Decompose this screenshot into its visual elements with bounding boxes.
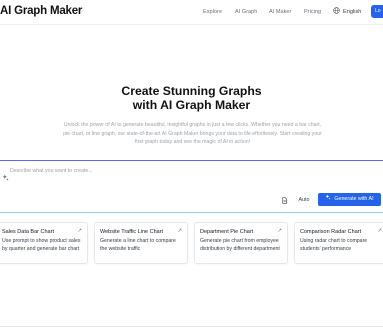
example-card-department[interactable]: Department Pie Chart ↗ Generate pie char… <box>194 222 288 264</box>
login-button[interactable]: Lo <box>371 5 383 18</box>
arrow-up-right-icon: ↗ <box>177 228 182 234</box>
sparkle-icon <box>2 168 9 181</box>
generate-label: Generate with AI <box>334 196 374 202</box>
attach-file-button[interactable] <box>278 194 290 206</box>
card-title: Department Pie Chart <box>200 229 254 235</box>
example-card-radar[interactable]: Comparison Radar Chart ↗ Using radar cha… <box>294 222 383 264</box>
card-description: Generate a line chart to compare the web… <box>100 238 176 252</box>
file-icon <box>281 191 288 209</box>
divider <box>0 326 383 327</box>
hero-title-line2: with AI Graph Maker <box>132 98 251 112</box>
mode-select[interactable]: Auto <box>295 194 313 206</box>
card-description: Using radar chart to compare students' p… <box>300 238 368 252</box>
example-card-sales[interactable]: Sales Data Bar Chart ↗ Use prompt to sho… <box>0 222 88 264</box>
prompt-box: Auto Generate with AI <box>0 160 383 213</box>
arrow-up-right-icon: ↗ <box>377 228 382 234</box>
nav-explore[interactable]: Explore <box>203 9 222 15</box>
example-card-traffic[interactable]: Website Traffic Line Chart ↗ Generate a … <box>94 222 188 264</box>
globe-icon <box>333 7 340 16</box>
arrow-up-right-icon: ↗ <box>77 228 82 234</box>
hero-subtitle: Unlock the power of AI to generate beaut… <box>63 122 322 146</box>
hero-title-line1: Create Stunning Graphs <box>121 84 262 98</box>
top-header: AI Graph Maker Explore AI Graph AI Maker… <box>0 0 383 25</box>
card-description: Generate pie chart from employee distrib… <box>200 238 280 252</box>
nav-pricing[interactable]: Pricing <box>304 9 321 15</box>
card-description: Use prompt to show product sales by quar… <box>2 238 81 252</box>
sparkle-icon <box>325 193 332 206</box>
app-logo[interactable]: AI Graph Maker <box>0 5 82 17</box>
arrow-up-right-icon: ↗ <box>277 228 282 234</box>
language-label: English <box>343 8 362 15</box>
nav-ai-graph[interactable]: AI Graph <box>235 9 257 15</box>
nav-ai-maker[interactable]: AI Maker <box>269 9 291 15</box>
prompt-input[interactable] <box>10 166 260 176</box>
generate-button[interactable]: Generate with AI <box>318 193 381 206</box>
language-selector[interactable]: English <box>333 7 361 16</box>
card-title: Sales Data Bar Chart <box>2 229 54 235</box>
card-title: Website Traffic Line Chart <box>100 229 164 235</box>
card-title: Comparison Radar Chart <box>300 229 362 235</box>
